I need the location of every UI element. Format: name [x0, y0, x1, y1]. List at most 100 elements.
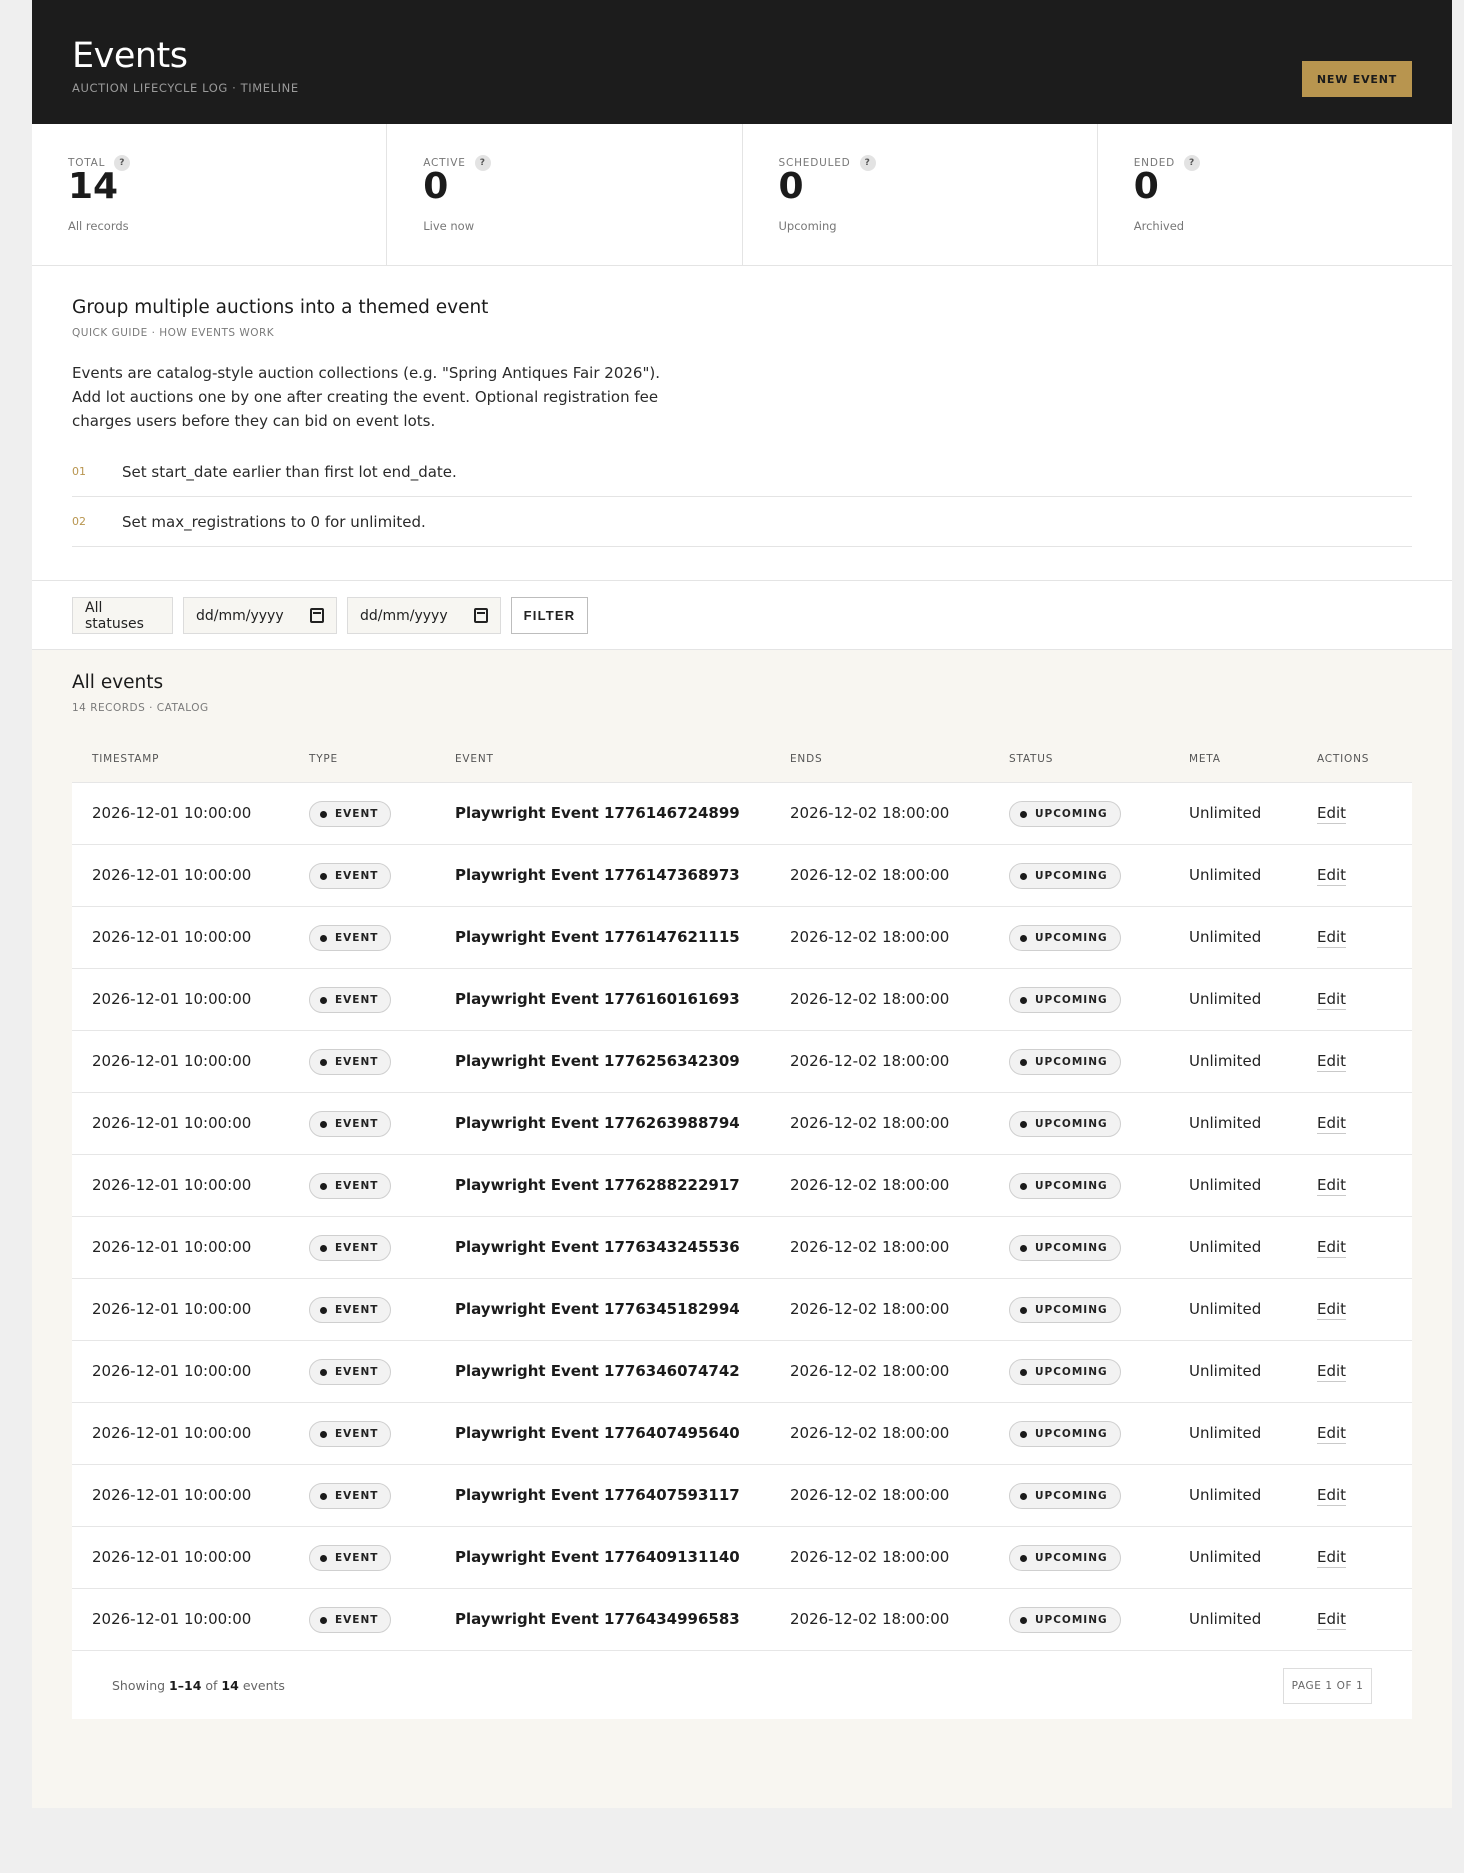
- filter-bar: All statuses dd/mm/yyyy dd/mm/yyyy FILTE…: [32, 581, 1452, 650]
- event-name-cell: Playwright Event 1776407495640: [455, 1424, 740, 1442]
- type-label: EVENT: [335, 1428, 379, 1440]
- type-badge: EVENT: [309, 1235, 392, 1261]
- events-table: TIMESTAMP TYPE EVENT ENDS STATUS META AC…: [72, 735, 1412, 1719]
- column-header-event[interactable]: EVENT: [455, 753, 494, 765]
- date-from-input[interactable]: dd/mm/yyyy: [183, 597, 337, 634]
- status-select[interactable]: All statuses: [72, 597, 173, 634]
- event-name-cell: Playwright Event 1776263988794: [455, 1114, 740, 1132]
- guide-step: 02 Set max_registrations to 0 for unlimi…: [72, 497, 1412, 547]
- column-header-meta[interactable]: META: [1189, 753, 1221, 765]
- meta-cell: Unlimited: [1189, 866, 1262, 884]
- date-to-input[interactable]: dd/mm/yyyy: [347, 597, 501, 634]
- status-label: UPCOMING: [1035, 1428, 1108, 1440]
- type-badge: EVENT: [309, 1049, 392, 1075]
- type-label: EVENT: [335, 994, 379, 1006]
- table-body: 2026-12-01 10:00:00 EVENT Playwright Event…: [72, 783, 1412, 1651]
- type-label: EVENT: [335, 1056, 379, 1068]
- dot-icon: [320, 1182, 327, 1190]
- timestamp-cell: 2026-12-01 10:00:00: [92, 1238, 252, 1256]
- status-label: UPCOMING: [1035, 1242, 1108, 1254]
- showing-of: of: [205, 1678, 218, 1693]
- page-indicator[interactable]: PAGE 1 OF 1: [1283, 1668, 1372, 1704]
- edit-link[interactable]: Edit: [1317, 1114, 1347, 1134]
- date-from-placeholder: dd/mm/yyyy: [196, 607, 284, 624]
- status-label: UPCOMING: [1035, 1552, 1108, 1564]
- edit-link[interactable]: Edit: [1317, 1300, 1347, 1320]
- stat-value: 0: [778, 166, 804, 207]
- step-text: Set max_registrations to 0 for unlimited…: [122, 512, 426, 531]
- help-icon[interactable]: ?: [859, 155, 876, 171]
- column-header-timestamp[interactable]: TIMESTAMP: [92, 753, 159, 765]
- table-footer: Showing 1–14 of 14 events PAGE 1 OF 1: [72, 1651, 1412, 1719]
- dot-icon: [1020, 1306, 1027, 1314]
- table-row: 2026-12-01 10:00:00 EVENT Playwright Event…: [72, 1279, 1412, 1341]
- dot-icon: [320, 1554, 327, 1562]
- type-badge: EVENT: [309, 801, 392, 827]
- page-header: Events AUCTION LIFECYCLE LOG · TIMELINE …: [32, 0, 1452, 124]
- timestamp-cell: 2026-12-01 10:00:00: [92, 1052, 252, 1070]
- step-number: 02: [72, 515, 86, 528]
- meta-cell: Unlimited: [1189, 1424, 1262, 1442]
- status-label: UPCOMING: [1035, 1118, 1108, 1130]
- type-badge: EVENT: [309, 1607, 392, 1633]
- type-label: EVENT: [335, 1304, 379, 1316]
- edit-link[interactable]: Edit: [1317, 866, 1347, 886]
- new-event-button[interactable]: NEW EVENT: [1302, 61, 1412, 97]
- edit-link[interactable]: Edit: [1317, 1486, 1347, 1506]
- guide-step: 01 Set start_date earlier than first lot…: [72, 447, 1412, 497]
- dot-icon: [320, 934, 327, 942]
- edit-link[interactable]: Edit: [1317, 928, 1347, 948]
- stat-scheduled: SCHEDULED? 0 Upcoming: [743, 124, 1098, 265]
- dot-icon: [320, 996, 327, 1004]
- edit-link[interactable]: Edit: [1317, 1362, 1347, 1382]
- type-badge: EVENT: [309, 987, 392, 1013]
- showing-count: Showing 1–14 of 14 events: [112, 1678, 285, 1693]
- edit-link[interactable]: Edit: [1317, 804, 1347, 824]
- calendar-icon[interactable]: [474, 608, 488, 623]
- dot-icon: [320, 1368, 327, 1376]
- stat-caption: Live now: [423, 219, 475, 233]
- page-title: Events: [72, 36, 188, 76]
- dot-icon: [1020, 934, 1027, 942]
- date-to-placeholder: dd/mm/yyyy: [360, 607, 448, 624]
- type-label: EVENT: [335, 1490, 379, 1502]
- calendar-icon[interactable]: [310, 608, 324, 623]
- status-badge: UPCOMING: [1009, 1173, 1121, 1199]
- status-badge: UPCOMING: [1009, 1607, 1121, 1633]
- timestamp-cell: 2026-12-01 10:00:00: [92, 1486, 252, 1504]
- edit-link[interactable]: Edit: [1317, 1610, 1347, 1630]
- type-label: EVENT: [335, 1614, 379, 1626]
- dot-icon: [320, 1616, 327, 1624]
- filter-button[interactable]: FILTER: [511, 597, 588, 634]
- column-header-ends[interactable]: ENDS: [790, 753, 822, 765]
- help-icon[interactable]: ?: [1184, 155, 1201, 171]
- type-badge: EVENT: [309, 1111, 392, 1137]
- dot-icon: [320, 1244, 327, 1252]
- help-icon[interactable]: ?: [474, 155, 491, 171]
- timestamp-cell: 2026-12-01 10:00:00: [92, 928, 252, 946]
- meta-cell: Unlimited: [1189, 1300, 1262, 1318]
- ends-cell: 2026-12-02 18:00:00: [790, 866, 950, 884]
- dot-icon: [320, 1430, 327, 1438]
- ends-cell: 2026-12-02 18:00:00: [790, 1486, 950, 1504]
- column-header-type[interactable]: TYPE: [309, 753, 338, 765]
- edit-link[interactable]: Edit: [1317, 1052, 1347, 1072]
- type-badge: EVENT: [309, 1483, 392, 1509]
- edit-link[interactable]: Edit: [1317, 1238, 1347, 1258]
- event-name-cell: Playwright Event 1776256342309: [455, 1052, 740, 1070]
- edit-link[interactable]: Edit: [1317, 990, 1347, 1010]
- status-label: UPCOMING: [1035, 870, 1108, 882]
- step-text: Set start_date earlier than first lot en…: [122, 462, 457, 481]
- event-name-cell: Playwright Event 1776346074742: [455, 1362, 740, 1380]
- table-row: 2026-12-01 10:00:00 EVENT Playwright Event…: [72, 1217, 1412, 1279]
- status-badge: UPCOMING: [1009, 1483, 1121, 1509]
- stats-bar: TOTAL? 14 All records ACTIVE? 0 Live now…: [32, 124, 1452, 266]
- showing-range: 1–14: [169, 1678, 202, 1693]
- edit-link[interactable]: Edit: [1317, 1176, 1347, 1196]
- edit-link[interactable]: Edit: [1317, 1548, 1347, 1568]
- meta-cell: Unlimited: [1189, 990, 1262, 1008]
- meta-cell: Unlimited: [1189, 1548, 1262, 1566]
- column-header-status[interactable]: STATUS: [1009, 753, 1053, 765]
- meta-cell: Unlimited: [1189, 1114, 1262, 1132]
- edit-link[interactable]: Edit: [1317, 1424, 1347, 1444]
